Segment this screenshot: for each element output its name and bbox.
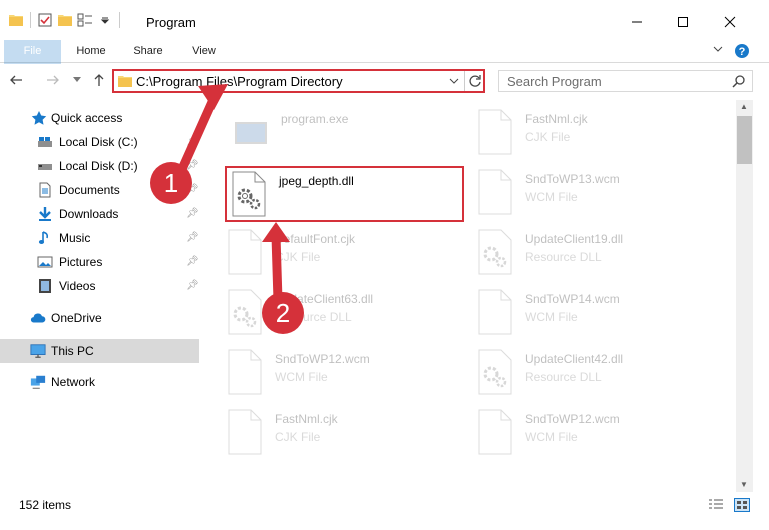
arrow-head <box>262 222 290 242</box>
annotation-arrows <box>173 84 290 305</box>
arrow-head <box>198 84 228 110</box>
step-2-badge: 2 <box>262 292 304 334</box>
step-1-badge: 1 <box>150 162 192 204</box>
arrow-to-dll-file <box>271 231 283 305</box>
